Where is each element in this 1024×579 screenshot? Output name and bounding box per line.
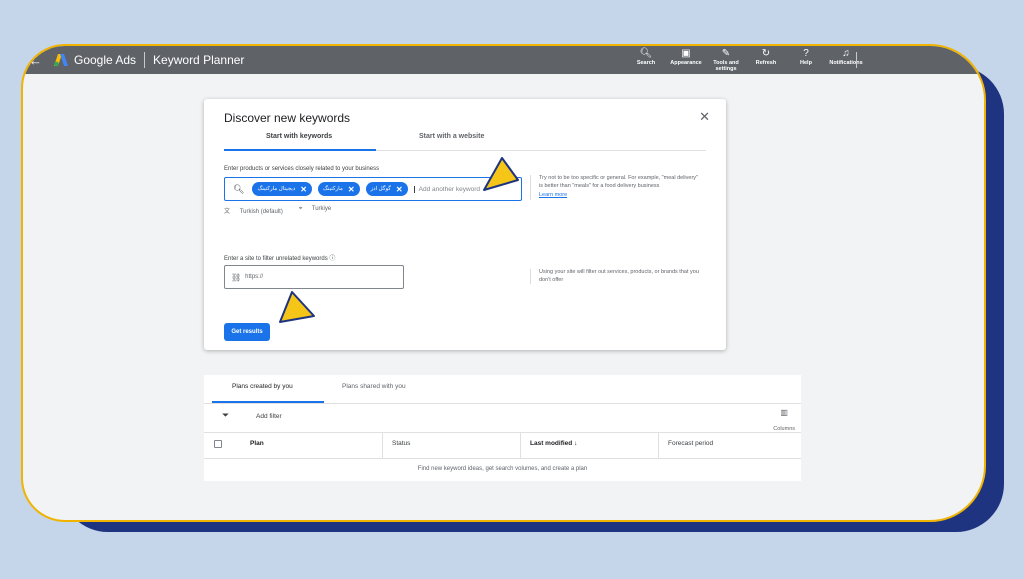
language-value: Turkish (default) [239, 209, 283, 215]
column-separator [520, 432, 521, 458]
keyword-input[interactable]: Add another keyword [413, 185, 480, 193]
language-selector[interactable]: 文 Turkish (default) [224, 206, 291, 215]
sort-arrow-icon: ↓ [574, 440, 578, 447]
targeting-row: 文 Turkish (default) ⌖ Turkiye [224, 206, 347, 215]
keyword-chip-label: دیجیتال مارکتینگ [257, 186, 296, 192]
column-separator [382, 432, 383, 458]
search-action-label: Search [636, 60, 656, 66]
column-header-plan[interactable]: Plan [250, 440, 264, 447]
site-label: Enter a site to filter unrelated keyword… [224, 253, 335, 262]
select-all-checkbox[interactable] [214, 440, 222, 448]
refresh-action[interactable]: ↻ Refresh [748, 46, 784, 74]
empty-state-message: Find new keyword ideas, get search volum… [417, 466, 588, 472]
tab-start-with-website[interactable]: Start with a website [419, 133, 484, 140]
notifications-action[interactable]: ♫ Notifications [828, 46, 864, 74]
column-header-forecast-period[interactable]: Forecast period [668, 440, 713, 447]
tab-plans-created[interactable]: Plans created by you [232, 383, 293, 390]
learn-more-link[interactable]: Learn more [539, 192, 700, 200]
close-icon[interactable]: ✕ [396, 185, 403, 194]
dialog-title: Discover new keywords [224, 111, 351, 125]
active-tab-indicator [224, 149, 376, 151]
keyword-chip[interactable]: دیجیتال مارکتینگ ✕ [252, 182, 312, 196]
products-label: Enter products or services closely relat… [224, 166, 380, 172]
notifications-action-label: Notifications [829, 60, 863, 66]
site-url-placeholder: https:// [245, 274, 264, 280]
plans-panel: Plans created by you Plans shared with y… [204, 375, 801, 481]
keyword-hint-text: Try not to be too specific or general. F… [539, 175, 698, 189]
appearance-icon: ▣ [681, 48, 691, 59]
keyword-hint: Try not to be too specific or general. F… [530, 175, 700, 200]
help-icon: ? [803, 48, 809, 59]
pointer-arrow-icon [483, 157, 519, 191]
columns-button[interactable]: ▥ Columns [773, 408, 795, 435]
translate-icon: 文 [224, 209, 231, 215]
dialog-tabs: Start with keywords Start with a website [224, 129, 706, 151]
divider [204, 458, 801, 459]
back-arrow-icon[interactable]: ← [29, 53, 51, 68]
site-hint: Using your site will filter out services… [530, 269, 700, 284]
keyword-chip-label: گوگل ادز [370, 186, 391, 192]
keyword-chip[interactable]: مارکتینگ ✕ [318, 182, 360, 196]
tools-settings-action[interactable]: ✎ Tools and settings [708, 46, 744, 74]
brand-name: Google Ads [74, 53, 137, 67]
google-ads-logo [53, 53, 69, 67]
last-modified-label: Last modified [530, 440, 573, 447]
column-header-last-modified[interactable]: Last modified ↓ [530, 440, 577, 447]
close-icon[interactable]: ✕ [348, 185, 355, 194]
appearance-action-label: Appearance [670, 60, 702, 66]
wrench-icon: ✎ [721, 48, 731, 59]
tab-plans-shared[interactable]: Plans shared with you [342, 383, 406, 390]
get-results-button[interactable]: Get results [224, 323, 270, 341]
column-separator [658, 432, 659, 458]
refresh-icon: ↻ [761, 48, 771, 59]
keyword-chip-label: مارکتینگ [323, 186, 343, 192]
header-right-divider [856, 52, 857, 68]
help-icon[interactable]: ⓘ [329, 256, 335, 262]
location-pin-icon: ⌖ [298, 206, 303, 212]
tools-action-label: Tools and settings [713, 60, 739, 72]
search-icon: 🔍︎ [639, 48, 653, 59]
keyword-input-box[interactable]: 🔍︎ دیجیتال مارکتینگ ✕ مارکتینگ ✕ گوگل ادز ✕… [224, 177, 522, 201]
columns-icon: ▥ [780, 408, 788, 417]
divider [204, 403, 801, 404]
search-icon: 🔍︎ [233, 183, 245, 194]
divider [204, 432, 801, 433]
column-header-status[interactable]: Status [392, 440, 410, 447]
site-url-input[interactable]: ⛓ https:// [224, 265, 404, 289]
refresh-action-label: Refresh [755, 60, 777, 66]
site-label-text: Enter a site to filter unrelated keyword… [224, 256, 328, 262]
help-action[interactable]: ? Help [788, 46, 824, 74]
close-icon[interactable]: ✕ [300, 185, 307, 194]
bell-icon: ♫ [842, 48, 850, 59]
add-filter-button[interactable]: Add filter [256, 413, 282, 420]
keyword-chip[interactable]: گوگل ادز ✕ [365, 182, 408, 196]
filter-icon[interactable]: ⏷ [222, 410, 229, 421]
close-icon[interactable]: ✕ [699, 109, 710, 125]
search-action[interactable]: 🔍︎ Search [628, 46, 664, 74]
screenshot-frame: ← Google Ads Keyword Planner 🔍︎ Search ▣… [21, 44, 986, 522]
link-icon: ⛓ [231, 272, 242, 282]
product-title: Keyword Planner [153, 53, 245, 67]
location-selector[interactable]: ⌖ Turkiye [299, 206, 339, 215]
tab-start-with-keywords[interactable]: Start with keywords [266, 133, 332, 140]
header-divider [144, 52, 146, 68]
top-bar: ← Google Ads Keyword Planner 🔍︎ Search ▣… [23, 46, 984, 74]
appearance-action[interactable]: ▣ Appearance [668, 46, 704, 74]
location-value: Turkiye [311, 206, 332, 212]
pointer-arrow-icon [279, 291, 315, 323]
header-actions: 🔍︎ Search ▣ Appearance ✎ Tools and setti… [624, 46, 864, 74]
help-action-label: Help [800, 60, 812, 66]
